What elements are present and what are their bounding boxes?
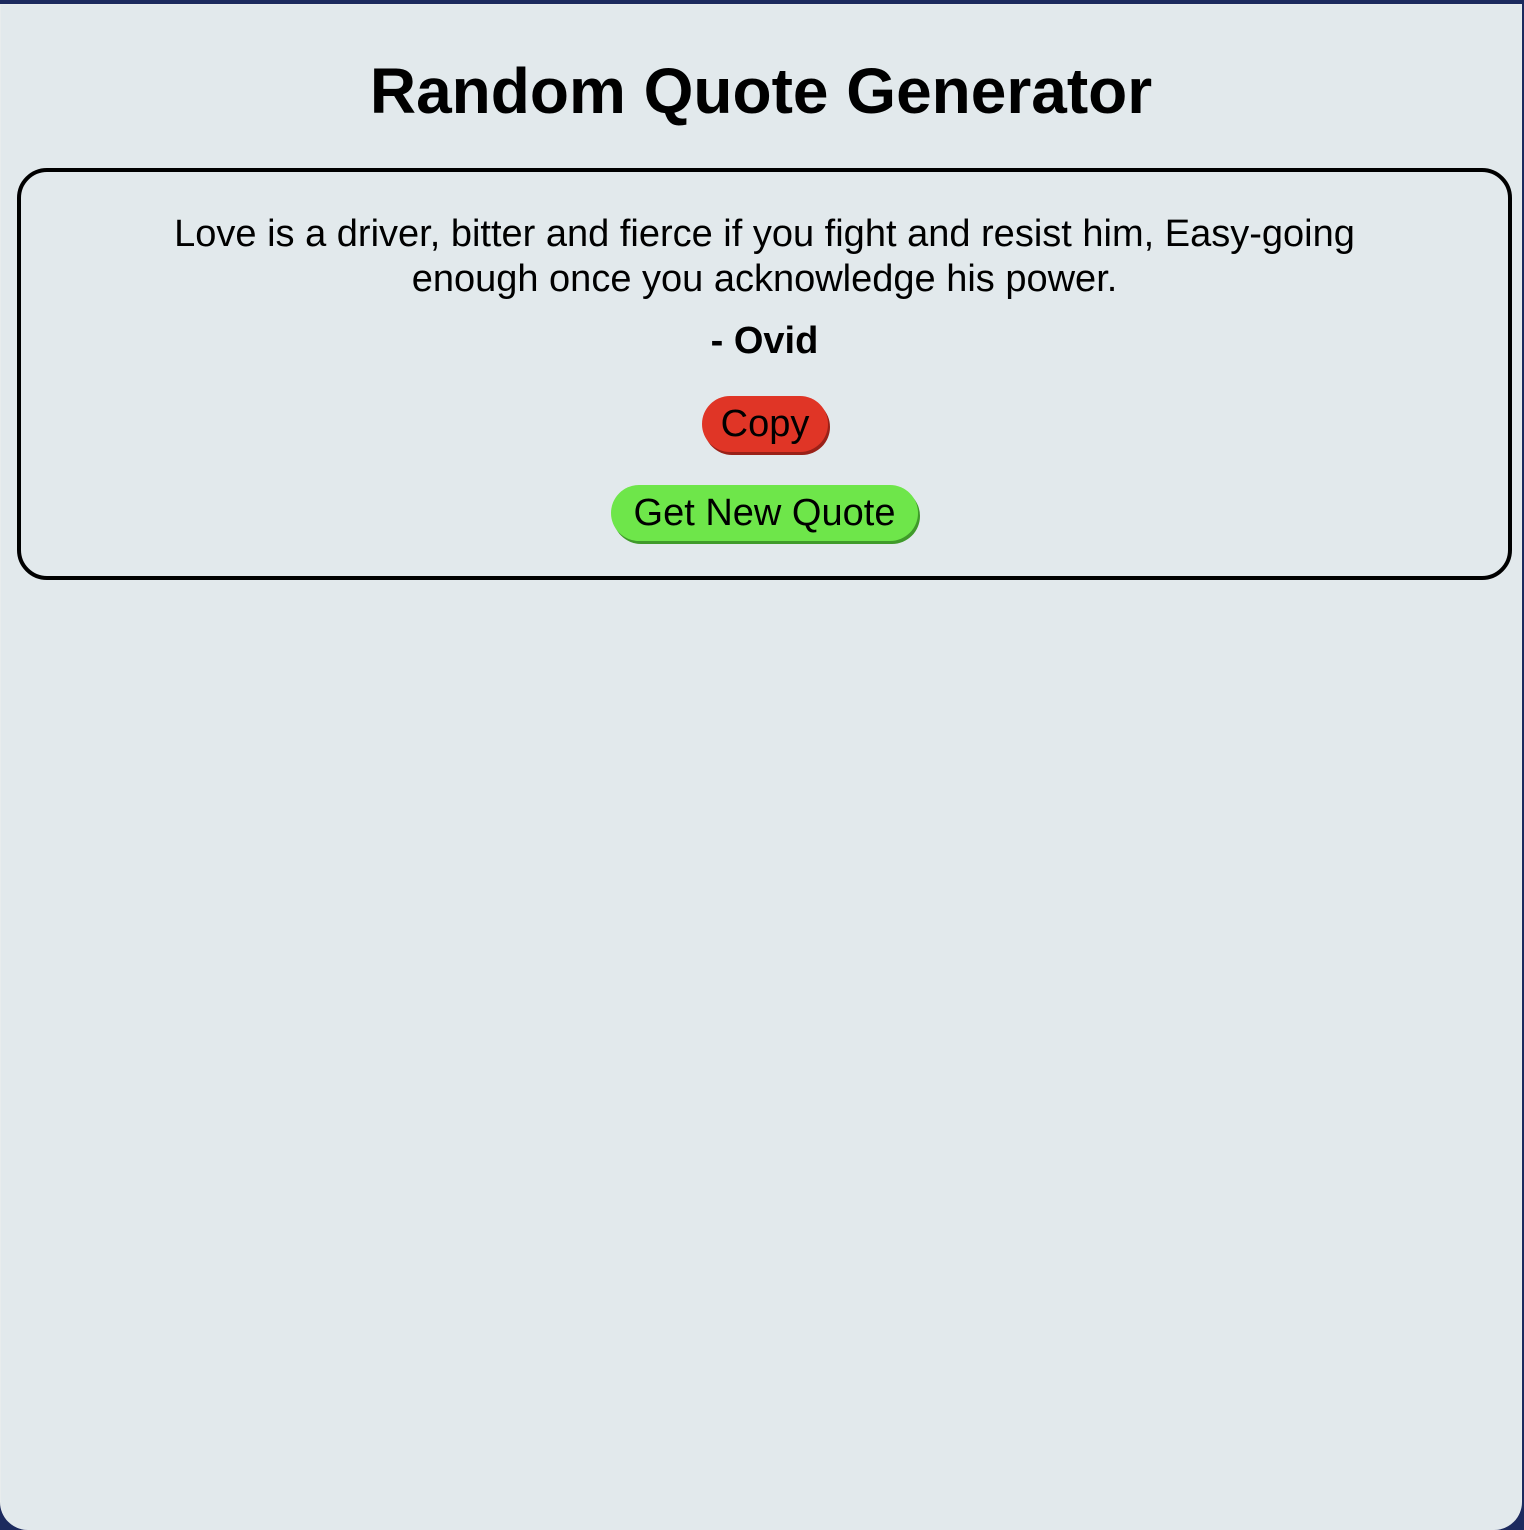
page-title: Random Quote Generator	[369, 55, 1153, 127]
quote-author: - Ovid	[710, 320, 819, 362]
page-container: Random Quote Generator Love is a driver,…	[0, 4, 1522, 1530]
copy-button[interactable]: Copy	[702, 396, 828, 452]
quote-card: Love is a driver, bitter and fierce if y…	[17, 168, 1512, 580]
quote-text: Love is a driver, bitter and fierce if y…	[174, 213, 1355, 300]
get-new-quote-button[interactable]: Get New Quote	[611, 485, 918, 541]
